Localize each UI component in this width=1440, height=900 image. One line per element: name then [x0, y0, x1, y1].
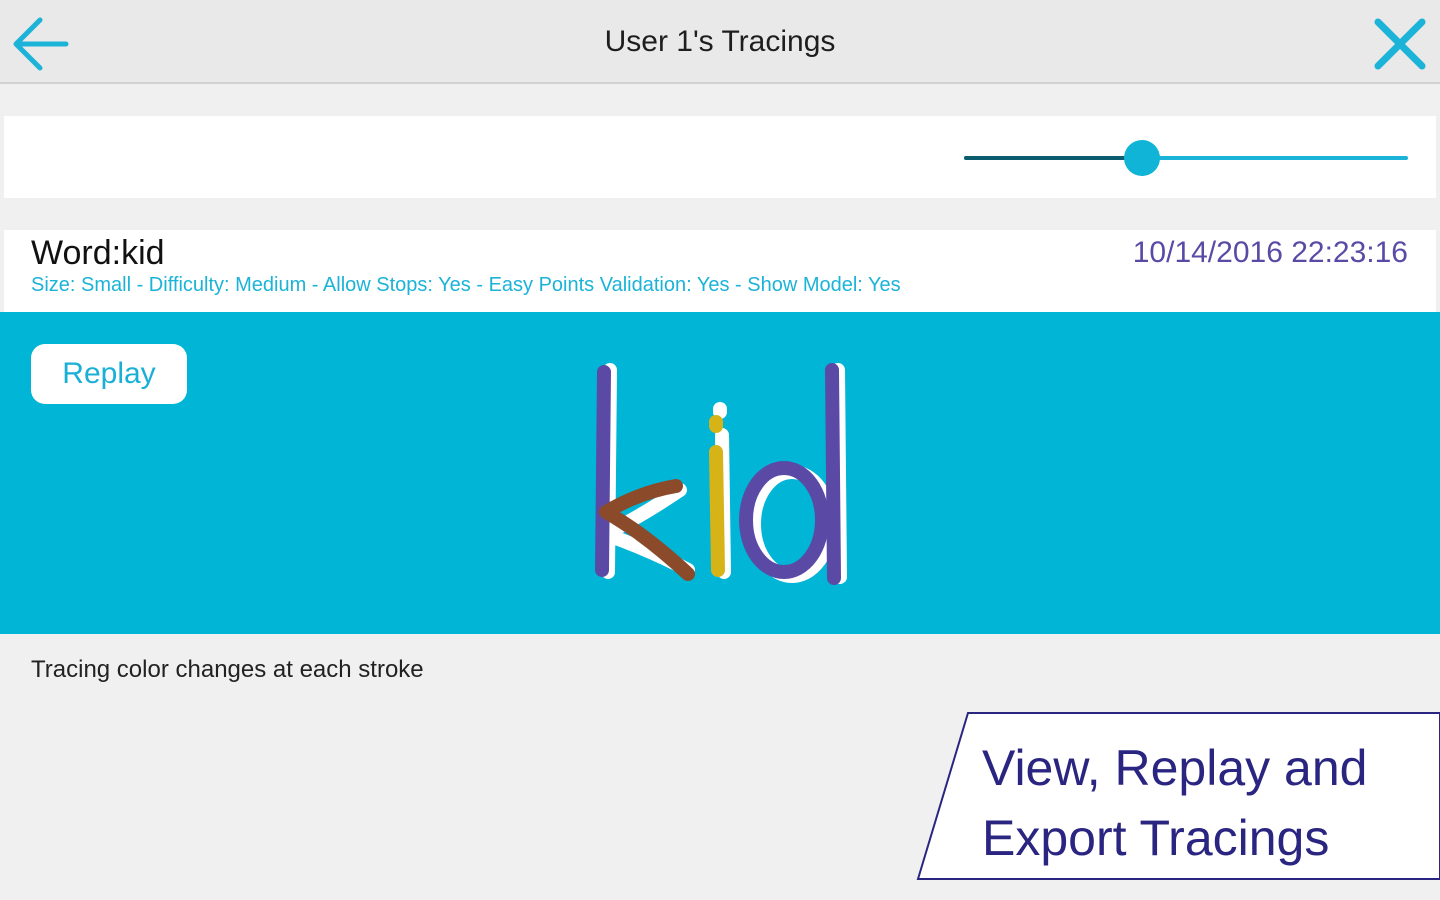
- close-icon: [1374, 18, 1426, 70]
- tracings-screen: User 1's Tracings Word:kid Size: Small -…: [0, 0, 1440, 900]
- word-label: Word:kid: [31, 234, 165, 272]
- settings-summary: Size: Small - Difficulty: Medium - Allow…: [31, 274, 901, 296]
- stroke-d-stem: [825, 363, 841, 585]
- arrow-left-icon: [13, 17, 69, 71]
- promo-banner: View, Replay and Export Tracings: [916, 711, 1440, 881]
- promo-line-1: View, Replay and: [982, 740, 1368, 796]
- tracing-canvas: Replay: [0, 312, 1440, 634]
- tracing-selector-panel: [4, 116, 1436, 198]
- tracing-info-panel: Word:kid Size: Small - Difficulty: Mediu…: [4, 230, 1436, 312]
- traced-word-drawing: [595, 363, 847, 585]
- back-button[interactable]: [4, 8, 76, 80]
- tracing-caption: Tracing color changes at each stroke: [31, 656, 424, 683]
- tracing-timestamp: 10/14/2016 22:23:16: [1132, 236, 1408, 269]
- promo-text: View, Replay and Export Tracings: [982, 733, 1367, 873]
- replay-button[interactable]: Replay: [31, 344, 187, 404]
- close-button[interactable]: [1364, 8, 1436, 80]
- stroke-i-stem: [709, 445, 725, 577]
- promo-line-2: Export Tracings: [982, 810, 1330, 866]
- stroke-k-stem: [595, 365, 611, 577]
- slider-fill: [964, 156, 1142, 160]
- tracing-slider[interactable]: [960, 140, 1412, 176]
- page-title: User 1's Tracings: [604, 25, 836, 58]
- slider-thumb[interactable]: [1123, 140, 1160, 176]
- top-app-bar: User 1's Tracings: [0, 0, 1440, 84]
